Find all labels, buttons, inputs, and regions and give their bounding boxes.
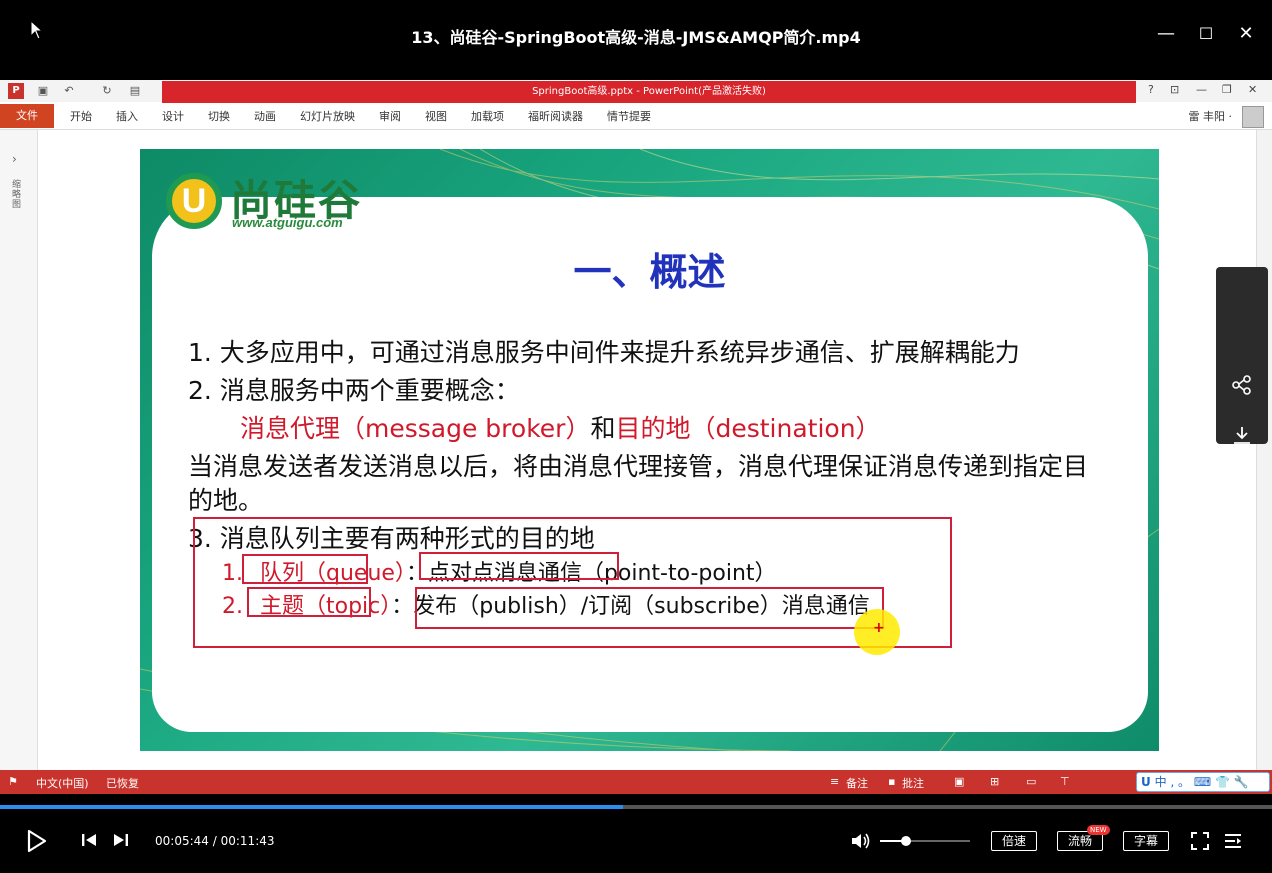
- tab-storyboarding[interactable]: 情节提要: [607, 108, 651, 124]
- volume-icon[interactable]: [850, 831, 872, 855]
- from-start-icon[interactable]: ▤: [128, 84, 142, 98]
- play-icon[interactable]: [26, 829, 48, 857]
- atguigu-logo: U 尚硅谷 www.atguigu.com: [160, 167, 405, 233]
- user-name[interactable]: 雷 丰阳 ·: [1189, 108, 1233, 124]
- speed-button[interactable]: 倍速: [991, 831, 1037, 851]
- time-display: 00:05:44 / 00:11:43: [155, 834, 275, 848]
- ppt-status-bar: ⚑ 中文(中国) 已恢复 ≡ 备注 ▪ 批注 ▣ ⊞ ▭ ⊤ U 中 ‚ 。 ⌨…: [0, 770, 1272, 794]
- slide-sorter-icon[interactable]: ⊞: [990, 775, 999, 788]
- player-title-bar: 13、尚硅谷-SpringBoot高级-消息-JMS&AMQP简介.mp4 — …: [0, 0, 1272, 80]
- help-button[interactable]: ?: [1148, 83, 1154, 96]
- vertical-scrollbar[interactable]: [1256, 130, 1272, 770]
- ppt-minimize-icon[interactable]: —: [1196, 83, 1207, 96]
- powerpoint-logo-icon: P: [8, 83, 24, 99]
- slide-heading: 一、概述: [573, 250, 726, 294]
- close-button[interactable]: ✕: [1234, 22, 1258, 46]
- crosshair-icon: +: [873, 620, 885, 636]
- tab-view[interactable]: 视图: [425, 108, 447, 124]
- annotation-box-topic: [247, 587, 371, 617]
- annotation-box-pubsub: [415, 587, 884, 629]
- tab-transitions[interactable]: 切换: [208, 108, 230, 124]
- annotation-box-queue: [242, 554, 368, 584]
- point-1: 1. 大多应用中，可通过消息服务中间件来提升系统异步通信、扩展解耦能力: [188, 338, 1020, 367]
- time-current: 00:05:44: [155, 834, 209, 848]
- minimize-button[interactable]: —: [1154, 22, 1178, 46]
- tab-addins[interactable]: 加载项: [471, 108, 504, 124]
- thumbnail-pane: › 缩略图: [0, 130, 38, 770]
- normal-view-icon[interactable]: ▣: [954, 775, 964, 788]
- annotation-box-p2p: [419, 552, 619, 580]
- new-badge: NEW: [1087, 825, 1110, 835]
- thumbnail-pane-label: 缩略图: [12, 180, 22, 210]
- volume-slider[interactable]: [880, 836, 970, 846]
- description-line-2: 的地。: [188, 486, 264, 515]
- slide: U 尚硅谷 www.atguigu.com 一、概述 1. 大多应用中，可通过消…: [140, 149, 1159, 751]
- player-controls: 00:05:44 / 00:11:43 倍速 流畅 NEW 字幕: [0, 809, 1272, 873]
- ime-status: 中 ‚ 。 ⌨ 👕 🔧: [1154, 775, 1249, 789]
- concepts-line: 消息代理（message broker）和目的地（destination）: [240, 409, 881, 445]
- undo-icon[interactable]: ↶: [62, 84, 76, 98]
- ppt-ribbon: 文件 开始 插入 设计 切换 动画 幻灯片放映 审阅 视图 加载项 福昕阅读器 …: [0, 104, 1272, 130]
- chevron-right-icon[interactable]: ›: [12, 152, 17, 166]
- avatar[interactable]: [1242, 106, 1264, 128]
- share-icon[interactable]: [1230, 374, 1254, 398]
- tab-file[interactable]: 文件: [0, 104, 54, 128]
- maximize-button[interactable]: ☐: [1194, 22, 1218, 46]
- slideshow-icon[interactable]: ⊤: [1060, 775, 1070, 788]
- save-icon[interactable]: ▣: [36, 84, 50, 98]
- fullscreen-icon[interactable]: [1191, 832, 1209, 854]
- status-language[interactable]: 中文(中国): [36, 775, 89, 791]
- status-icon: ⚑: [8, 775, 18, 788]
- point-2: 2. 消息服务中两个重要概念：: [188, 376, 520, 405]
- tab-home[interactable]: 开始: [70, 108, 92, 124]
- time-total: 00:11:43: [220, 834, 275, 848]
- tab-slideshow[interactable]: 幻灯片放映: [300, 108, 355, 124]
- tab-design[interactable]: 设计: [162, 108, 184, 124]
- notes-icon[interactable]: ≡: [830, 775, 839, 788]
- ribbon-display-icon[interactable]: ⊡: [1170, 83, 1179, 96]
- ppt-restore-icon[interactable]: ❐: [1222, 83, 1232, 96]
- notes-button[interactable]: 备注: [846, 775, 868, 791]
- concept-broker: 消息代理（message broker）: [240, 414, 591, 443]
- download-icon[interactable]: [1230, 424, 1254, 448]
- concept-destination: 目的地（destination）: [615, 414, 881, 443]
- time-separator: /: [212, 834, 217, 848]
- status-recovered: 已恢复: [106, 777, 139, 790]
- video-frame[interactable]: P ▣ ↶ ↻ ▤ SpringBoot高级.pptx - PowerPoint…: [0, 80, 1272, 794]
- logo-url: www.atguigu.com: [232, 215, 343, 230]
- tab-foxit-reader[interactable]: 福昕阅读器: [528, 108, 583, 124]
- trash-icon[interactable]: [1230, 474, 1254, 498]
- ribbon-tabs: 开始 插入 设计 切换 动画 幻灯片放映 审阅 视图 加载项 福昕阅读器 情节提…: [70, 108, 675, 124]
- video-title: 13、尚硅谷-SpringBoot高级-消息-JMS&AMQP简介.mp4: [411, 28, 861, 47]
- ime-logo-icon: U: [1141, 775, 1151, 789]
- redo-icon[interactable]: ↻: [100, 84, 114, 98]
- description-line-1: 当消息发送者发送消息以后，将由消息代理接管，消息代理保证消息传递到指定目: [188, 452, 1089, 481]
- ppt-window-title: SpringBoot高级.pptx - PowerPoint(产品激活失败): [162, 81, 1136, 103]
- ime-toolbar[interactable]: U 中 ‚ 。 ⌨ 👕 🔧: [1136, 772, 1270, 792]
- volume-knob[interactable]: [901, 836, 912, 846]
- subtitle-button[interactable]: 字幕: [1123, 831, 1169, 851]
- ppt-quick-access-bar: P ▣ ↶ ↻ ▤ SpringBoot高级.pptx - PowerPoint…: [0, 80, 1272, 103]
- previous-icon[interactable]: [80, 832, 98, 852]
- ppt-close-icon[interactable]: ✕: [1248, 83, 1257, 96]
- next-icon[interactable]: [112, 832, 130, 852]
- logo-u-mark: U: [166, 173, 222, 229]
- reading-view-icon[interactable]: ▭: [1026, 775, 1036, 788]
- comments-button[interactable]: 批注: [902, 775, 924, 791]
- concept-and: 和: [590, 414, 616, 443]
- comments-icon[interactable]: ▪: [888, 775, 895, 788]
- tab-insert[interactable]: 插入: [116, 108, 138, 124]
- tab-animations[interactable]: 动画: [254, 108, 276, 124]
- tab-review[interactable]: 审阅: [379, 108, 401, 124]
- playlist-icon[interactable]: [1224, 832, 1242, 854]
- side-action-panel: [1216, 267, 1268, 494]
